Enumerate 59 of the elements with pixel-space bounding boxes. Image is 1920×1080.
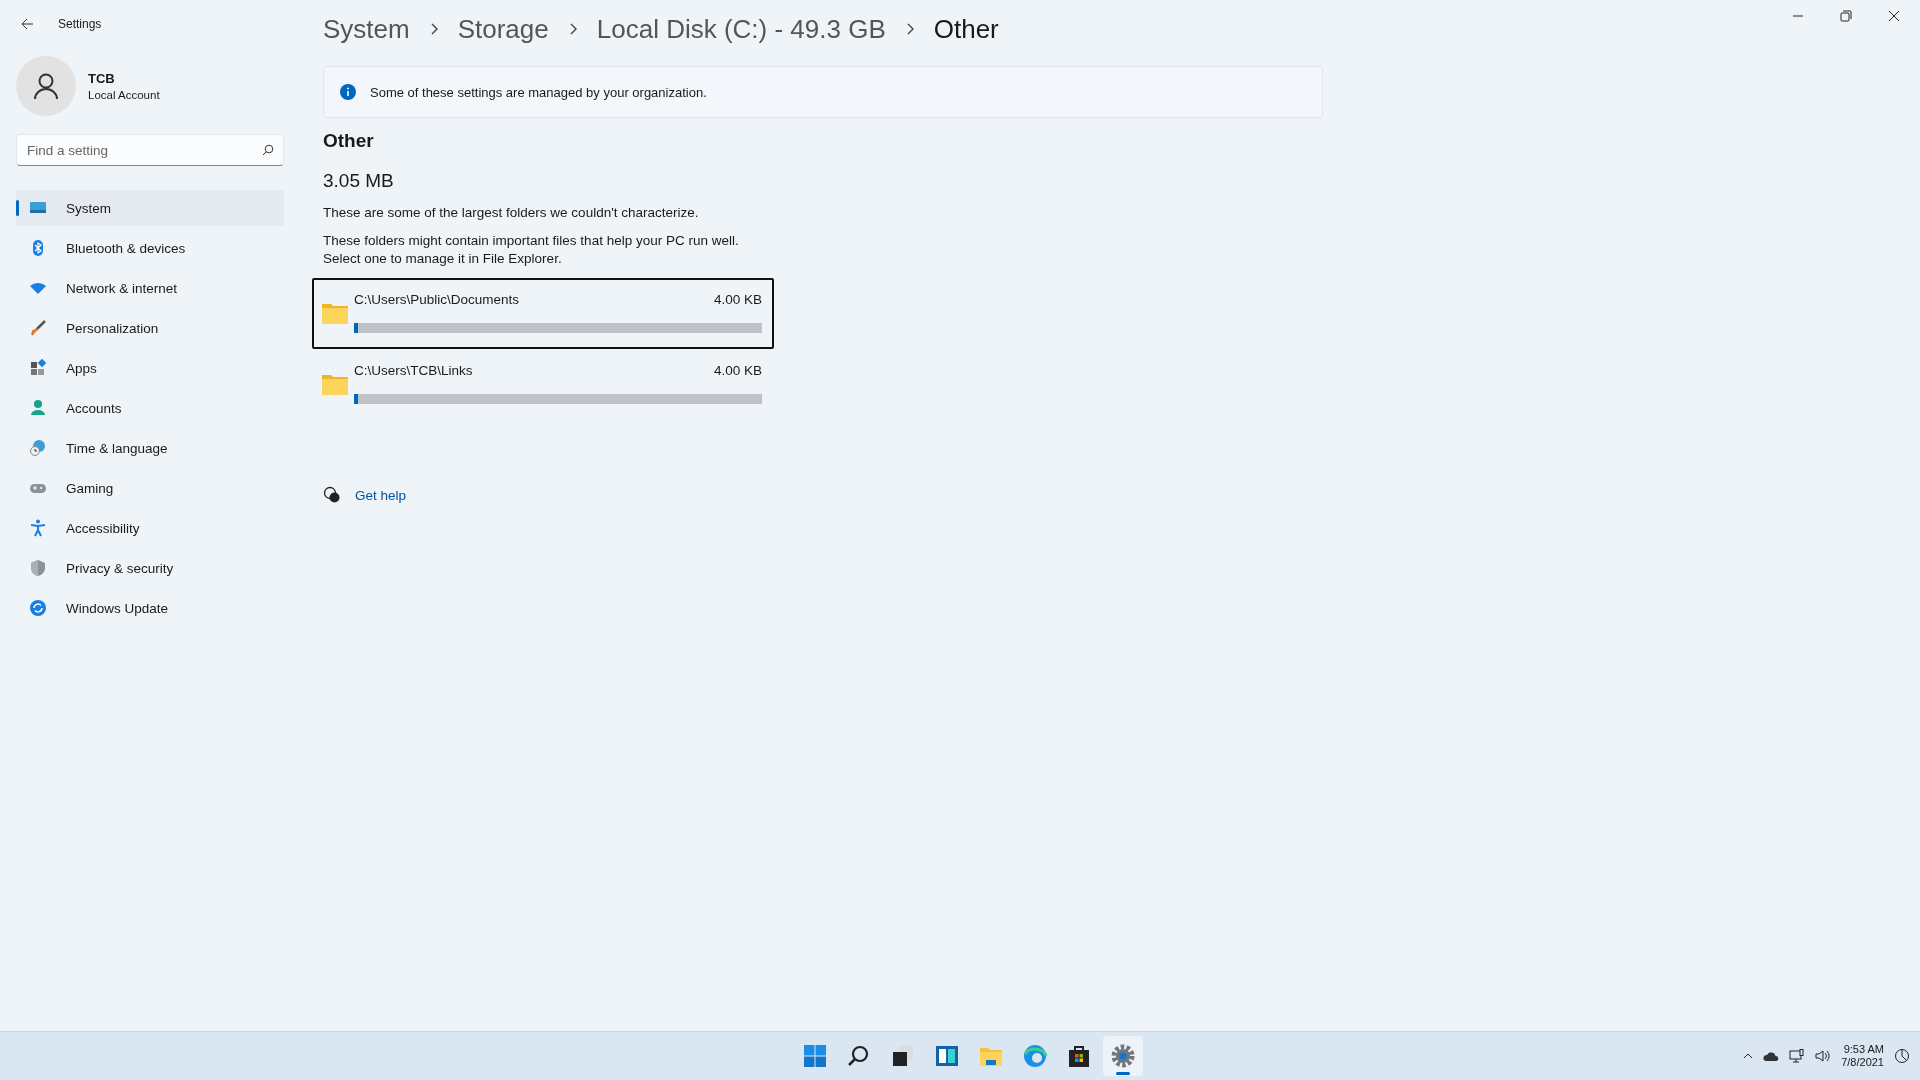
apps-icon bbox=[28, 358, 48, 378]
folder-size: 4.00 KB bbox=[713, 292, 762, 307]
folder-icon bbox=[322, 301, 348, 324]
cloud-icon[interactable] bbox=[1763, 1050, 1780, 1062]
nav-item[interactable]: Windows Update bbox=[16, 590, 284, 626]
nav-item[interactable]: Personalization bbox=[16, 310, 284, 346]
folder-icon bbox=[322, 372, 348, 395]
nav-item[interactable]: Time & language bbox=[16, 430, 284, 466]
close-icon bbox=[1888, 10, 1900, 22]
shield-icon bbox=[28, 558, 48, 578]
help-icon bbox=[323, 486, 341, 504]
brush-icon bbox=[28, 318, 48, 338]
breadcrumb-item: Other bbox=[933, 13, 999, 45]
nav-item[interactable]: System bbox=[16, 190, 284, 226]
search-field[interactable]: Find a setting bbox=[16, 134, 284, 166]
info-text: Some of these settings are managed by your organization. bbox=[370, 84, 707, 100]
nav-item[interactable]: Bluetooth & devices bbox=[16, 230, 284, 266]
chevron-up-icon[interactable] bbox=[1743, 1051, 1754, 1061]
restore-icon bbox=[1840, 10, 1852, 22]
nav-item[interactable]: Accessibility bbox=[16, 510, 284, 546]
window-title: Settings bbox=[58, 17, 102, 31]
breadcrumb-item[interactable]: System bbox=[323, 13, 410, 45]
breadcrumb-item[interactable]: Storage bbox=[457, 13, 549, 45]
folder-row[interactable]: C:\Users\Public\Documents 4.00 KB bbox=[312, 278, 774, 349]
nav-item[interactable]: Privacy & security bbox=[16, 550, 284, 586]
clock[interactable]: 9:53 AM 7/8/2021 bbox=[1841, 1043, 1884, 1069]
browser-icon bbox=[1022, 1043, 1048, 1069]
task-view-icon bbox=[890, 1043, 916, 1069]
breadcrumb-item[interactable]: Local Disk (C:) - 49.3 GB bbox=[596, 13, 886, 45]
folder-path: C:\Users\Public\Documents bbox=[354, 292, 520, 307]
accessibility-icon bbox=[28, 518, 48, 538]
account-type: Local Account bbox=[88, 89, 160, 101]
widgets-icon bbox=[934, 1043, 960, 1069]
get-help-link[interactable]: Get help bbox=[355, 487, 407, 503]
notification-icon[interactable] bbox=[1894, 1048, 1910, 1064]
folder-size: 4.00 KB bbox=[713, 363, 762, 378]
nav-item[interactable]: Network & internet bbox=[16, 270, 284, 306]
folder-path: C:\Users\TCB\Links bbox=[354, 363, 473, 378]
nav-item[interactable]: Accounts bbox=[16, 390, 284, 426]
account-name: TCB bbox=[88, 71, 116, 86]
nav-item[interactable]: Gaming bbox=[16, 470, 284, 506]
nav-item[interactable]: Apps bbox=[16, 350, 284, 386]
info-icon bbox=[340, 84, 356, 100]
windows-logo-icon bbox=[802, 1043, 828, 1069]
person-icon bbox=[28, 398, 48, 418]
sync-icon bbox=[28, 598, 48, 618]
speaker-icon[interactable] bbox=[1815, 1049, 1832, 1063]
total-size: 3.05 MB bbox=[323, 170, 395, 192]
settings-icon bbox=[1110, 1043, 1136, 1069]
folder-row[interactable]: C:\Users\TCB\Links 4.00 KB bbox=[312, 349, 774, 420]
back-arrow-icon bbox=[20, 17, 34, 31]
settings-button[interactable] bbox=[1103, 1036, 1143, 1076]
network-icon[interactable] bbox=[1789, 1049, 1806, 1063]
section-heading: Other bbox=[323, 130, 375, 152]
note-text: These folders might contain important files that help your PC run well. Select one to manage it in File Explorer. bbox=[323, 232, 740, 268]
globe-clock-icon bbox=[28, 438, 48, 458]
description: These are some of the largest folders we couldn't characterize. bbox=[323, 204, 700, 222]
search-icon bbox=[262, 144, 274, 156]
shopping-bag-icon bbox=[1066, 1043, 1092, 1069]
